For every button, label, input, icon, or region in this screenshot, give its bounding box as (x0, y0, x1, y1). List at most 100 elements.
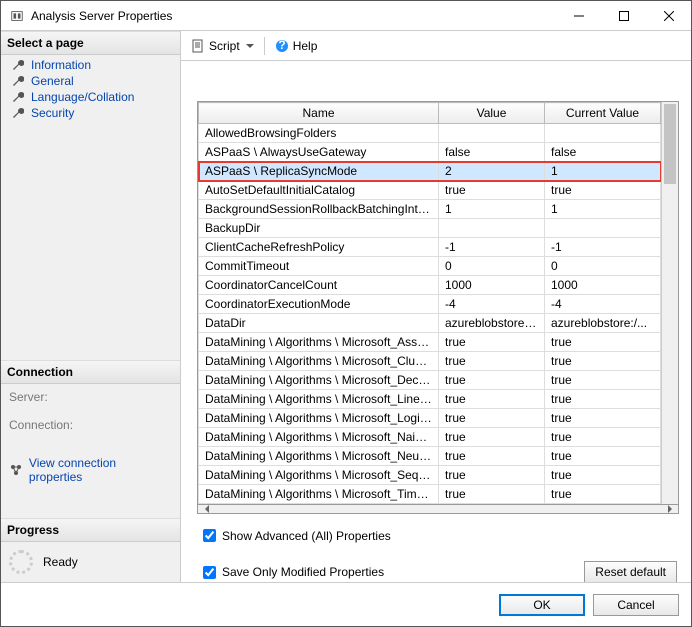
table-row[interactable]: ASPaaS \ AlwaysUseGatewayfalsefalse (199, 143, 661, 162)
table-row[interactable]: BackgroundSessionRollbackBatchingInterva… (199, 200, 661, 219)
cell-current[interactable]: true (545, 181, 661, 200)
cell-current[interactable]: -4 (545, 295, 661, 314)
cell-current[interactable]: true (545, 371, 661, 390)
table-row[interactable]: CoordinatorExecutionMode-4-4 (199, 295, 661, 314)
cell-current[interactable] (545, 124, 661, 143)
page-list: InformationGeneralLanguage/CollationSecu… (1, 55, 180, 123)
cell-current[interactable]: true (545, 409, 661, 428)
cell-value[interactable]: true (439, 428, 545, 447)
cell-current[interactable]: false (545, 143, 661, 162)
scroll-right-icon[interactable] (661, 505, 678, 513)
dialog-window: Analysis Server Properties Select a page… (0, 0, 692, 627)
table-row[interactable]: DataDirazureblobstore:/...azureblobstore… (199, 314, 661, 333)
table-row[interactable]: CommitTimeout00 (199, 257, 661, 276)
cell-current[interactable]: true (545, 333, 661, 352)
cell-value[interactable]: true (439, 485, 545, 504)
cell-current[interactable]: true (545, 447, 661, 466)
cell-name: DataMining \ Algorithms \ Microsoft_Deci… (199, 371, 439, 390)
progress-status: Ready (43, 555, 78, 569)
cell-value[interactable]: 1000 (439, 276, 545, 295)
show-advanced-checkbox[interactable]: Show Advanced (All) Properties (199, 526, 677, 545)
cell-current[interactable]: true (545, 485, 661, 504)
cell-value[interactable] (439, 219, 545, 238)
table-row[interactable]: BackupDir (199, 219, 661, 238)
scroll-thumb[interactable] (664, 104, 676, 184)
table-row[interactable]: DataMining \ Algorithms \ Microsoft_Logi… (199, 409, 661, 428)
save-modified-checkbox[interactable]: Save Only Modified Properties (199, 563, 584, 582)
cell-value[interactable]: -4 (439, 295, 545, 314)
vertical-scrollbar[interactable] (661, 102, 678, 504)
cell-current[interactable]: true (545, 466, 661, 485)
page-nav-general[interactable]: General (1, 73, 180, 89)
scroll-left-icon[interactable] (198, 505, 215, 513)
view-connection-properties-link[interactable]: View connection properties (1, 452, 180, 488)
properties-grid[interactable]: Name Value Current Value AllowedBrowsing… (197, 101, 679, 505)
cell-value[interactable]: true (439, 333, 545, 352)
table-row[interactable]: DataMining \ Algorithms \ Microsoft_Time… (199, 485, 661, 504)
cell-current[interactable]: true (545, 352, 661, 371)
maximize-button[interactable] (601, 1, 646, 30)
table-row[interactable]: CoordinatorCancelCount10001000 (199, 276, 661, 295)
connection-icon (9, 463, 23, 477)
col-header-value[interactable]: Value (439, 103, 545, 124)
col-header-name[interactable]: Name (199, 103, 439, 124)
page-nav-security[interactable]: Security (1, 105, 180, 121)
table-row[interactable]: AllowedBrowsingFolders (199, 124, 661, 143)
cell-current[interactable]: true (545, 390, 661, 409)
cell-name: DataMining \ Algorithms \ Microsoft_Naiv… (199, 428, 439, 447)
table-row[interactable]: ClientCacheRefreshPolicy-1-1 (199, 238, 661, 257)
save-modified-input[interactable] (203, 566, 216, 579)
ok-button[interactable]: OK (499, 594, 585, 616)
help-button[interactable]: ? Help (271, 37, 322, 55)
cell-current[interactable] (545, 219, 661, 238)
cell-value[interactable]: true (439, 409, 545, 428)
minimize-button[interactable] (556, 1, 601, 30)
cell-value[interactable] (439, 124, 545, 143)
script-label: Script (209, 39, 240, 53)
cell-name: DataMining \ Algorithms \ Microsoft_Asso… (199, 333, 439, 352)
cell-current[interactable]: true (545, 428, 661, 447)
table-row[interactable]: DataMining \ Algorithms \ Microsoft_Line… (199, 390, 661, 409)
reset-default-button[interactable]: Reset default (584, 561, 677, 583)
page-nav-label: General (31, 74, 74, 88)
cell-value[interactable]: false (439, 143, 545, 162)
table-row[interactable]: DataMining \ Algorithms \ Microsoft_Neur… (199, 447, 661, 466)
table-row[interactable]: AutoSetDefaultInitialCatalogtruetrue (199, 181, 661, 200)
cell-name: ASPaaS \ ReplicaSyncMode (199, 162, 439, 181)
cell-current[interactable]: 1 (545, 162, 661, 181)
cell-name: ClientCacheRefreshPolicy (199, 238, 439, 257)
cell-current[interactable]: 0 (545, 257, 661, 276)
cell-current[interactable]: azureblobstore:/... (545, 314, 661, 333)
cell-current[interactable]: -1 (545, 238, 661, 257)
cell-value[interactable]: true (439, 390, 545, 409)
table-row[interactable]: ASPaaS \ ReplicaSyncMode21 (199, 162, 661, 181)
table-row[interactable]: DataMining \ Algorithms \ Microsoft_Clus… (199, 352, 661, 371)
cell-name: AutoSetDefaultInitialCatalog (199, 181, 439, 200)
horizontal-scrollbar[interactable] (197, 505, 679, 514)
table-row[interactable]: DataMining \ Algorithms \ Microsoft_Asso… (199, 333, 661, 352)
cell-value[interactable]: true (439, 352, 545, 371)
cancel-button[interactable]: Cancel (593, 594, 679, 616)
cell-value[interactable]: -1 (439, 238, 545, 257)
cell-value[interactable]: 1 (439, 200, 545, 219)
page-nav-information[interactable]: Information (1, 57, 180, 73)
wrench-icon (11, 58, 25, 72)
cell-name: CommitTimeout (199, 257, 439, 276)
script-button[interactable]: Script (187, 37, 258, 55)
cell-value[interactable]: true (439, 447, 545, 466)
table-row[interactable]: DataMining \ Algorithms \ Microsoft_Sequ… (199, 466, 661, 485)
cell-value[interactable]: azureblobstore:/... (439, 314, 545, 333)
close-button[interactable] (646, 1, 691, 30)
page-nav-language-collation[interactable]: Language/Collation (1, 89, 180, 105)
table-row[interactable]: DataMining \ Algorithms \ Microsoft_Deci… (199, 371, 661, 390)
cell-value[interactable]: true (439, 371, 545, 390)
cell-value[interactable]: 0 (439, 257, 545, 276)
table-row[interactable]: DataMining \ Algorithms \ Microsoft_Naiv… (199, 428, 661, 447)
cell-value[interactable]: 2 (439, 162, 545, 181)
cell-current[interactable]: 1 (545, 200, 661, 219)
col-header-current[interactable]: Current Value (545, 103, 661, 124)
cell-value[interactable]: true (439, 466, 545, 485)
show-advanced-input[interactable] (203, 529, 216, 542)
cell-current[interactable]: 1000 (545, 276, 661, 295)
cell-value[interactable]: true (439, 181, 545, 200)
